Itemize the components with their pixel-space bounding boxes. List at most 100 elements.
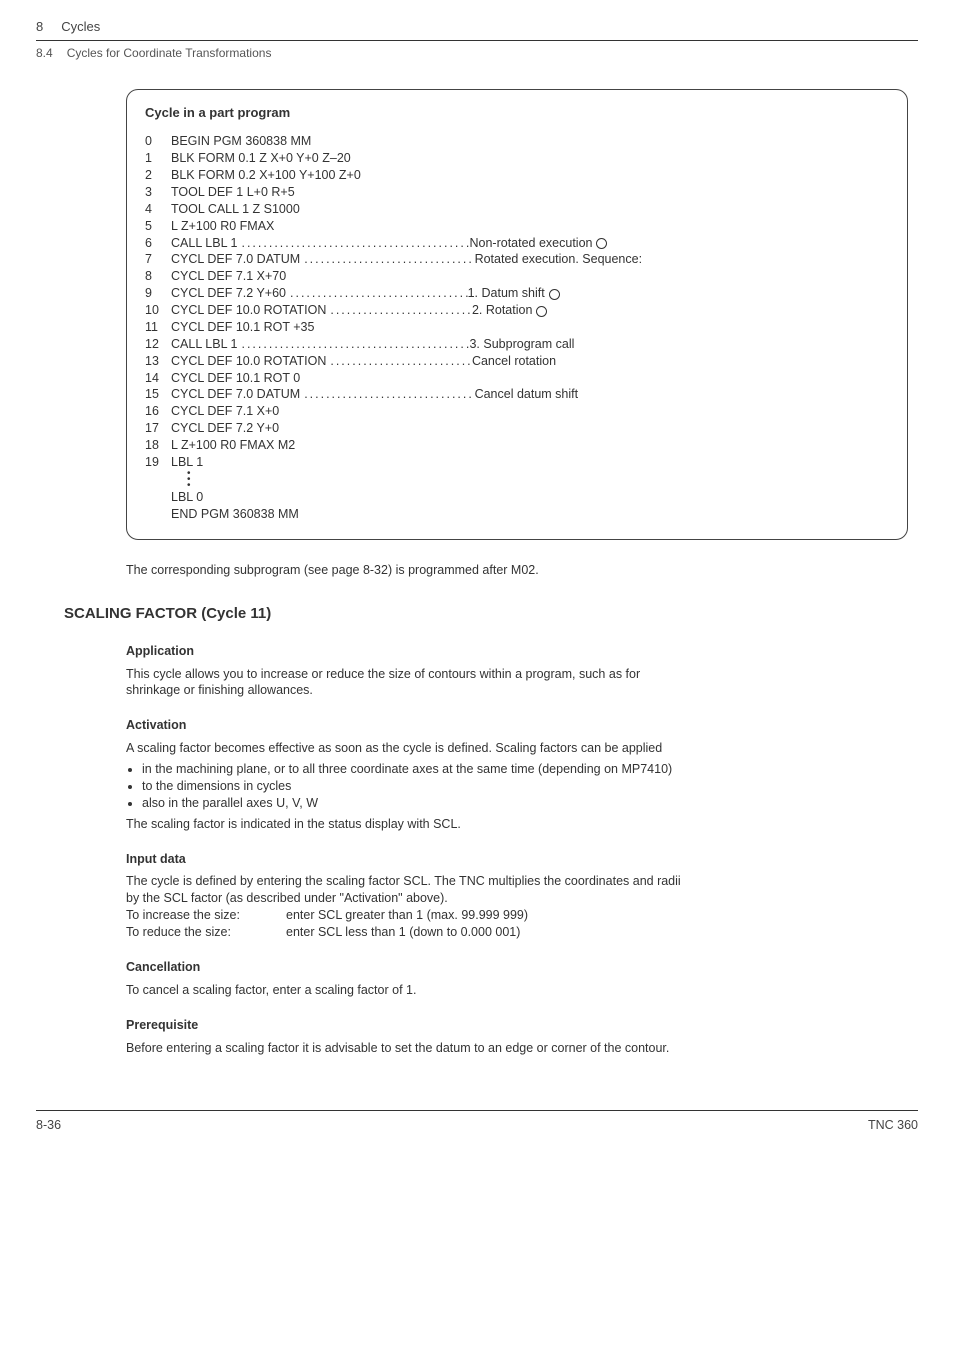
program-row: 8CYCL DEF 7.1 X+70 [145, 268, 889, 285]
program-row: 10CYCL DEF 10.0 ROTATION................… [145, 302, 889, 319]
definition-value: enter SCL less than 1 (down to 0.000 001… [286, 924, 520, 941]
footer-model: TNC 360 [868, 1117, 918, 1134]
line-number: 19 [145, 454, 171, 471]
line-number: 5 [145, 218, 171, 235]
rotation-arrow-icon [549, 289, 560, 300]
annotation: Rotated execution. Sequence: [475, 251, 642, 268]
after-box-text: The corresponding subprogram (see page 8… [126, 562, 908, 579]
program-row: 11CYCL DEF 10.1 ROT +35 [145, 319, 889, 336]
program-row: 19LBL 1 [145, 454, 889, 471]
program-tail-row: LBL 0 [145, 489, 889, 506]
program-row: 2BLK FORM 0.2 X+100 Y+100 Z+0 [145, 167, 889, 184]
line-number: 8 [145, 268, 171, 285]
chapter-title: Cycles [61, 18, 100, 36]
header-section: 8.4 Cycles for Coordinate Transformation… [36, 45, 918, 89]
definition-row: To increase the size: enter SCL greater t… [126, 907, 686, 924]
line-number: 15 [145, 386, 171, 403]
program-row: 6CALL LBL 1.............................… [145, 235, 889, 252]
program-row: 13CYCL DEF 10.0 ROTATION................… [145, 353, 889, 370]
line-number: 16 [145, 403, 171, 420]
line-number: 3 [145, 184, 171, 201]
code-text: CALL LBL 1 [171, 336, 237, 353]
program-tail-row: END PGM 360838 MM [145, 506, 889, 523]
para-prerequisite: Before entering a scaling factor it is a… [126, 1040, 686, 1057]
line-number: 6 [145, 235, 171, 252]
code-text: CYCL DEF 7.0 DATUM [171, 386, 300, 403]
leader-dots: ........................................… [237, 336, 469, 353]
line-number: 1 [145, 150, 171, 167]
program-row: 9CYCL DEF 7.2 Y+60......................… [145, 285, 889, 302]
line-number: 18 [145, 437, 171, 454]
code-text: CYCL DEF 10.0 ROTATION [171, 353, 326, 370]
line-number: 2 [145, 167, 171, 184]
sub-activation: Activation [126, 717, 908, 734]
leader-dots: ........................................… [237, 235, 469, 252]
header-rule [36, 40, 918, 41]
sub-application: Application [126, 643, 908, 660]
sub-prerequisite: Prerequisite [126, 1017, 908, 1034]
code-text: CYCL DEF 7.0 DATUM [171, 251, 300, 268]
rotation-arrow-icon [536, 306, 547, 317]
code-text: CYCL DEF 10.0 ROTATION [171, 302, 326, 319]
code-text: CYCL DEF 7.1 X+0 [171, 403, 279, 420]
definition-row: To reduce the size: enter SCL less than 1… [126, 924, 686, 941]
para-cancellation: To cancel a scaling factor, enter a scal… [126, 982, 686, 999]
code-text: CALL LBL 1 [171, 235, 237, 252]
leader-dots: ........................................… [300, 251, 474, 268]
sub-input: Input data [126, 851, 908, 868]
line-number: 13 [145, 353, 171, 370]
para-application: This cycle allows you to increase or red… [126, 666, 686, 700]
code-box-title: Cycle in a part program [145, 104, 889, 122]
line-number: 0 [145, 133, 171, 150]
annotation-text: 1. Datum shift [468, 285, 545, 302]
program-listing: 0BEGIN PGM 360838 MM1BLK FORM 0.1 Z X+0 … [145, 133, 889, 471]
bullet-item: to the dimensions in cycles [142, 778, 686, 795]
code-text: CYCL DEF 10.1 ROT 0 [171, 370, 300, 387]
sub-cancellation: Cancellation [126, 959, 908, 976]
annotation: Cancel rotation [472, 353, 556, 370]
bullet-item: also in the parallel axes U, V, W [142, 795, 686, 812]
tail-end: END PGM 360838 MM [171, 506, 299, 523]
code-text: CYCL DEF 10.1 ROT +35 [171, 319, 314, 336]
line-number: 17 [145, 420, 171, 437]
ellipsis-dots: ••• [145, 471, 889, 489]
code-text: CYCL DEF 7.2 Y+0 [171, 420, 279, 437]
leader-dots: ........................................… [286, 285, 468, 302]
section-num: 8.4 [36, 45, 53, 61]
bullet-item: in the machining plane, or to all three … [142, 761, 686, 778]
code-box: Cycle in a part program 0BEGIN PGM 36083… [126, 89, 908, 540]
code-text: BEGIN PGM 360838 MM [171, 133, 311, 150]
line-number: 11 [145, 319, 171, 336]
line-number: 4 [145, 201, 171, 218]
activation-bullets: in the machining plane, or to all three … [126, 761, 686, 812]
program-row: 17CYCL DEF 7.2 Y+0 [145, 420, 889, 437]
definition-label: To increase the size: [126, 907, 276, 924]
footer: 8-36 TNC 360 [36, 1110, 918, 1134]
annotation-text: Cancel rotation [472, 353, 556, 370]
annotation: Non-rotated execution [469, 235, 607, 252]
program-row: 1BLK FORM 0.1 Z X+0 Y+0 Z–20 [145, 150, 889, 167]
leader-dots: ........................................… [326, 302, 472, 319]
section-title-scaling: SCALING FACTOR (Cycle 11) [64, 604, 908, 624]
annotation: 3. Subprogram call [469, 336, 574, 353]
code-text: BLK FORM 0.2 X+100 Y+100 Z+0 [171, 167, 361, 184]
program-row: 5L Z+100 R0 FMAX [145, 218, 889, 235]
line-number: 14 [145, 370, 171, 387]
annotation-text: 2. Rotation [472, 302, 532, 319]
program-row: 7CYCL DEF 7.0 DATUM.....................… [145, 251, 889, 268]
program-row: 18L Z+100 R0 FMAX M2 [145, 437, 889, 454]
page: 8 Cycles 8.4 Cycles for Coordinate Trans… [0, 0, 954, 1174]
footer-page: 8-36 [36, 1117, 61, 1134]
program-row: 3TOOL DEF 1 L+0 R+5 [145, 184, 889, 201]
rotation-arrow-icon [596, 238, 607, 249]
input-defs: To increase the size: enter SCL greater t… [126, 907, 686, 941]
annotation-text: Cancel datum shift [475, 386, 579, 403]
definition-value: enter SCL greater than 1 (max. 99.999 99… [286, 907, 528, 924]
definition-label: To reduce the size: [126, 924, 276, 941]
annotation: Cancel datum shift [475, 386, 579, 403]
line-number: 7 [145, 251, 171, 268]
tail-lbl0: LBL 0 [171, 489, 203, 506]
annotation-text: 3. Subprogram call [469, 336, 574, 353]
annotation: 2. Rotation [472, 302, 547, 319]
para-input: The cycle is defined by entering the sca… [126, 873, 686, 907]
